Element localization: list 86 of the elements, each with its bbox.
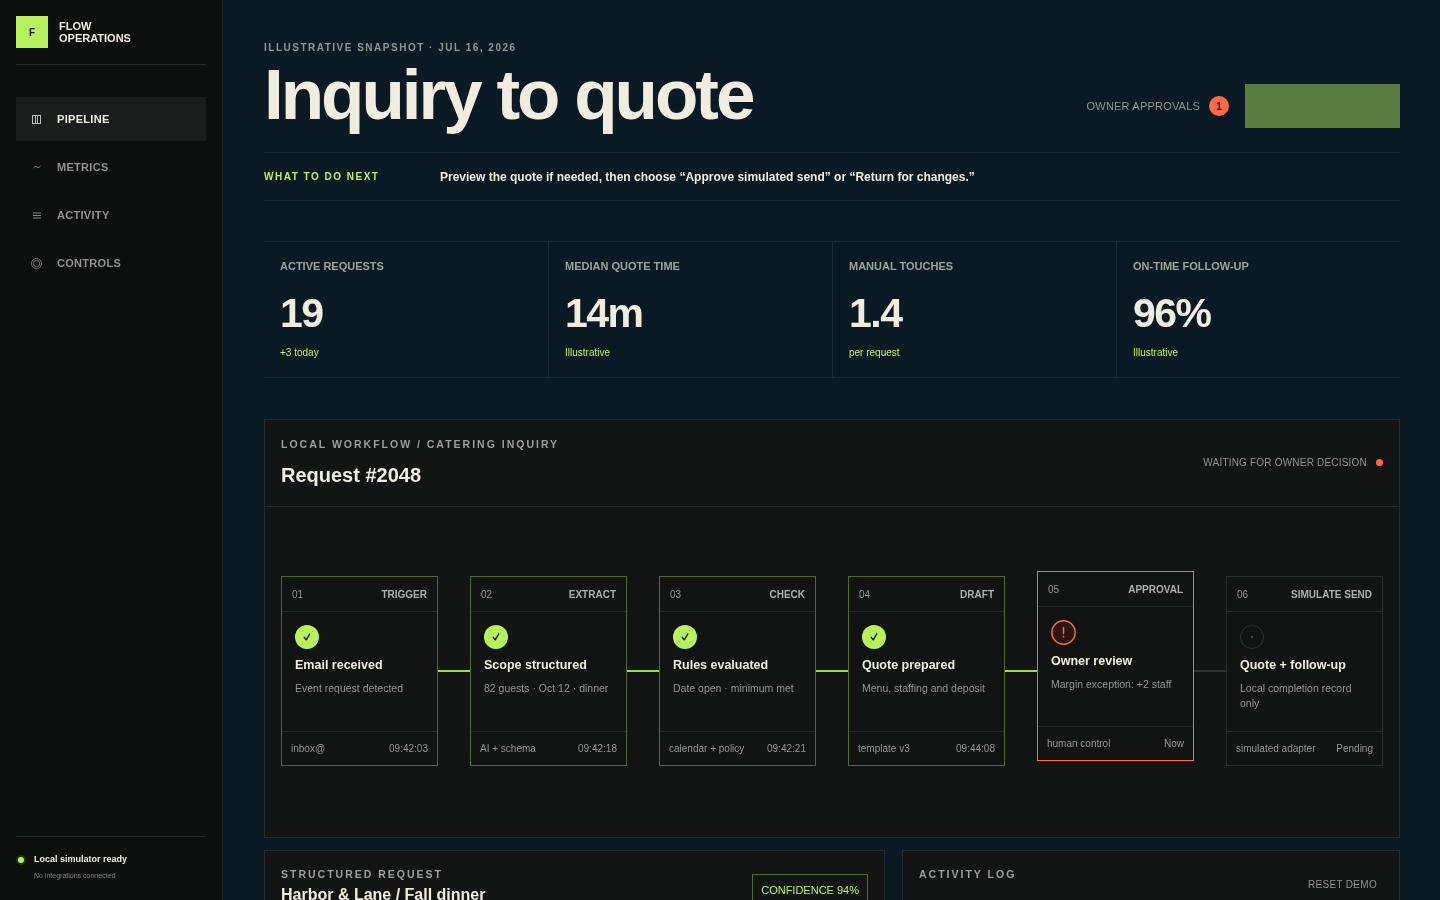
snapshot-label: ILLUSTRATIVE SNAPSHOT · JUL 16, 2026 bbox=[264, 42, 518, 54]
nav-item[interactable]: CONTROLS bbox=[16, 241, 206, 285]
list-icon bbox=[32, 211, 41, 219]
step-time: Pending bbox=[1336, 743, 1373, 754]
metric-value: 14m bbox=[565, 291, 643, 335]
nav-item[interactable]: PIPELINE bbox=[16, 97, 206, 141]
step-title: Owner review bbox=[1051, 653, 1133, 669]
step-source: template v3 bbox=[858, 743, 910, 754]
check-icon bbox=[484, 625, 508, 649]
step-time: 09:44:08 bbox=[956, 743, 995, 754]
pending-ring-icon bbox=[1240, 625, 1264, 649]
step-source: human control bbox=[1047, 738, 1111, 749]
connector-line bbox=[1005, 670, 1037, 672]
connector-line bbox=[816, 670, 848, 672]
step-type: CHECK bbox=[769, 588, 805, 600]
logo-mark: F bbox=[16, 16, 48, 48]
simulator-status: Local simulator ready bbox=[34, 854, 129, 865]
action-button[interactable] bbox=[1245, 84, 1400, 128]
step-number: 01 bbox=[292, 588, 304, 600]
step-number: 06 bbox=[1237, 588, 1249, 600]
metric-value: 96% bbox=[1133, 291, 1211, 335]
next-step-label: WHAT TO DO NEXT bbox=[264, 171, 381, 182]
status-dot-icon bbox=[1376, 459, 1383, 466]
step-type: DRAFT bbox=[960, 588, 994, 600]
ring-icon bbox=[31, 257, 42, 269]
nav-item[interactable]: ACTIVITY bbox=[16, 193, 206, 237]
step-detail: Event request detected bbox=[295, 681, 403, 696]
metric-value: 1.4 bbox=[849, 291, 902, 335]
page-title: Inquiry to quote bbox=[264, 58, 753, 132]
status-dot-icon bbox=[16, 854, 26, 865]
check-icon bbox=[862, 625, 886, 649]
check-icon bbox=[295, 625, 319, 649]
metric-note: +3 today bbox=[280, 347, 319, 359]
step-time: 09:42:03 bbox=[389, 743, 428, 754]
reset-demo-link[interactable]: RESET DEMO bbox=[1308, 879, 1377, 890]
confidence-tag: CONFIDENCE 94% bbox=[752, 874, 868, 900]
metric-label: MANUAL TOUCHES bbox=[849, 260, 954, 273]
metric-note: per request bbox=[849, 347, 900, 359]
workflow-eyebrow: LOCAL WORKFLOW / CATERING INQUIRY bbox=[281, 438, 560, 450]
columns-icon bbox=[32, 114, 41, 124]
step-detail: Menu, staffing and deposit bbox=[862, 681, 985, 696]
step-number: 03 bbox=[670, 588, 682, 600]
metric-label: ON-TIME FOLLOW-UP bbox=[1133, 260, 1249, 273]
step-time: Now bbox=[1164, 738, 1184, 749]
step-type: TRIGGER bbox=[381, 588, 427, 600]
workflow-status: WAITING FOR OWNER DECISION bbox=[1203, 457, 1367, 468]
exclamation-icon bbox=[1051, 620, 1076, 645]
step-source: AI + schema bbox=[480, 743, 536, 754]
step-type: APPROVAL bbox=[1128, 583, 1183, 595]
card-eyebrow: STRUCTURED REQUEST bbox=[281, 868, 444, 880]
step-detail: Date open · minimum met bbox=[673, 681, 794, 696]
step-source: calendar + policy bbox=[669, 743, 745, 754]
check-icon bbox=[673, 625, 697, 649]
step-detail: Local completion record only bbox=[1240, 681, 1353, 711]
metric-note: Illustrative bbox=[565, 347, 610, 359]
step-title: Email received bbox=[295, 657, 383, 673]
wave-icon bbox=[32, 165, 41, 169]
metric-note: Illustrative bbox=[1133, 347, 1178, 359]
step-source: simulated adapter bbox=[1236, 743, 1316, 754]
approvals-label: OWNER APPROVALS bbox=[1086, 100, 1200, 112]
brand-name: FLOW OPERATIONS bbox=[59, 20, 132, 44]
step-detail: 82 guests · Oct 12 · dinner bbox=[484, 681, 609, 696]
step-title: Quote prepared bbox=[862, 657, 956, 673]
card-eyebrow: ACTIVITY LOG bbox=[919, 868, 1017, 880]
metric-label: ACTIVE REQUESTS bbox=[280, 260, 384, 273]
step-time: 09:42:18 bbox=[578, 743, 617, 754]
step-time: 09:42:21 bbox=[767, 743, 806, 754]
step-detail: Margin exception: +2 staff bbox=[1051, 677, 1172, 692]
step-number: 04 bbox=[859, 588, 871, 600]
step-source: inbox@ bbox=[291, 743, 326, 754]
step-title: Scope structured bbox=[484, 657, 587, 673]
request-name: Harbor & Lane / Fall dinner bbox=[281, 886, 486, 900]
step-title: Quote + follow-up bbox=[1240, 657, 1346, 673]
step-title: Rules evaluated bbox=[673, 657, 769, 673]
step-type: SIMULATE SEND bbox=[1291, 588, 1372, 600]
connector-line bbox=[438, 670, 470, 672]
request-title: Request #2048 bbox=[281, 463, 423, 487]
metric-label: MEDIAN QUOTE TIME bbox=[565, 260, 680, 273]
count-badge: 1 bbox=[1209, 96, 1229, 116]
step-number: 02 bbox=[481, 588, 493, 600]
next-step-text: Preview the quote if needed, then choose “Approve simulated send” or “Return for changes.” bbox=[440, 169, 975, 184]
metric-value: 19 bbox=[280, 291, 323, 335]
step-number: 05 bbox=[1048, 583, 1060, 595]
nav-item[interactable]: METRICS bbox=[16, 145, 206, 189]
connector-line bbox=[627, 670, 659, 672]
step-type: EXTRACT bbox=[568, 588, 616, 600]
